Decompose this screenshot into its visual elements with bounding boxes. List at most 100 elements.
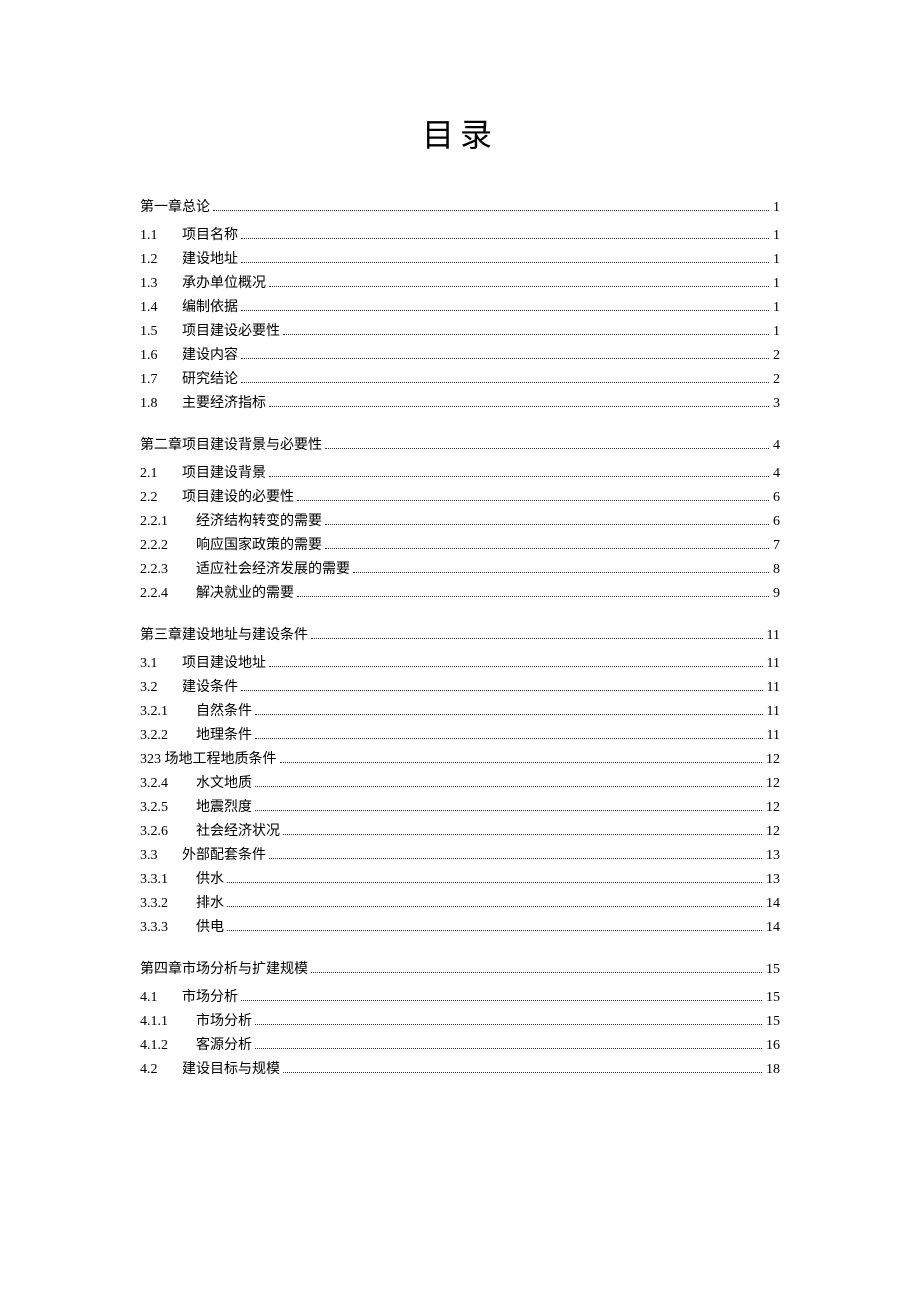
toc-number: 3.2.1: [140, 705, 196, 719]
toc-page: 11: [767, 729, 780, 743]
toc-page: 2: [773, 349, 780, 363]
toc-number: 3.1: [140, 657, 182, 671]
toc-leader: [283, 1072, 762, 1073]
toc-number: 3.2.6: [140, 825, 196, 839]
toc-number: 3.2.4: [140, 777, 196, 791]
toc-page: 6: [773, 491, 780, 505]
toc-leader: [227, 930, 762, 931]
toc-number: 1.7: [140, 373, 182, 387]
toc-leader: [255, 786, 762, 787]
toc-text: 地理条件: [196, 729, 252, 743]
toc-entry: 4.1.1市场分析15: [140, 1015, 780, 1029]
toc-text: 外部配套条件: [182, 849, 266, 863]
toc-number: 3.3.1: [140, 873, 196, 887]
toc-page: 12: [766, 753, 780, 767]
toc-entry: 2.2.2响应国家政策的需要 7: [140, 539, 780, 553]
toc-leader: [227, 906, 762, 907]
toc-page: 7: [773, 539, 780, 553]
toc-leader: [241, 690, 763, 691]
toc-entry: 3.2.5地震烈度12: [140, 801, 780, 815]
toc-page: 11: [767, 705, 780, 719]
toc-number: 4.1: [140, 991, 182, 1005]
toc-text: 第二章项目建设背景与必要性: [140, 439, 322, 453]
toc-leader: [255, 714, 763, 715]
toc-page: 4: [773, 467, 780, 481]
toc-page: 11: [767, 681, 780, 695]
toc-entry: 2.2.3适应社会经济发展的需要8: [140, 563, 780, 577]
toc-text: 项目建设背景: [182, 467, 266, 481]
toc-entry: 2.2.4解决就业的需要9: [140, 587, 780, 601]
toc-text: 自然条件: [196, 705, 252, 719]
toc-entry: 3.2.4水文地质12: [140, 777, 780, 791]
toc-page: 11: [767, 657, 780, 671]
toc-page: 3: [773, 397, 780, 411]
toc-text: 建设目标与规模: [182, 1063, 280, 1077]
toc-entry: 3.2.1自然条件 11: [140, 705, 780, 719]
toc-number: 3.2.5: [140, 801, 196, 815]
toc-number: 2.2.2: [140, 539, 196, 553]
toc-page: 1: [773, 201, 780, 215]
toc-text: 社会经济状况: [196, 825, 280, 839]
toc-entry: 2.2.1经济结构转变的需要6: [140, 515, 780, 529]
toc-page: 1: [773, 277, 780, 291]
page-title: 目录: [140, 110, 780, 156]
toc-leader: [241, 238, 769, 239]
toc-entry: 3.3.2排水14: [140, 897, 780, 911]
toc-leader: [241, 310, 769, 311]
toc-leader: [311, 638, 763, 639]
toc-text: 响应国家政策的需要: [196, 539, 322, 553]
toc-entry: 4.1.2客源分析16: [140, 1039, 780, 1053]
toc-text: 水文地质: [196, 777, 252, 791]
toc-leader: [283, 834, 762, 835]
toc-number: 2.2.4: [140, 587, 196, 601]
toc-leader: [269, 286, 769, 287]
toc-page: 14: [766, 897, 780, 911]
toc-leader: [255, 810, 762, 811]
toc-text: 经济结构转变的需要: [196, 515, 322, 529]
toc-leader: [227, 882, 762, 883]
toc-entry: 3.2.6社会经济状况 12: [140, 825, 780, 839]
toc-page: 14: [766, 921, 780, 935]
toc-page: 15: [766, 991, 780, 1005]
toc-page: 12: [766, 825, 780, 839]
toc-number: 2.1: [140, 467, 182, 481]
toc-entry: 1.1项目名称1: [140, 229, 780, 243]
toc-leader: [311, 972, 762, 973]
toc-leader: [269, 406, 769, 407]
toc-entry: 2.2项目建设的必要性6: [140, 491, 780, 505]
toc-leader: [325, 448, 769, 449]
toc-number: 4.1.2: [140, 1039, 196, 1053]
toc-text: 供水: [196, 873, 224, 887]
toc-leader: [325, 548, 769, 549]
toc-number: 1.8: [140, 397, 182, 411]
toc-leader: [241, 1000, 762, 1001]
toc-page: 1: [773, 325, 780, 339]
toc-entry: 3.2.2地理条件 11: [140, 729, 780, 743]
toc-number: 3.3.3: [140, 921, 196, 935]
toc-page: 1: [773, 301, 780, 315]
toc-entry: 323 场地工程地质条件12: [140, 753, 780, 767]
toc-number: 1.3: [140, 277, 182, 291]
toc-text: 项目建设地址: [182, 657, 266, 671]
toc-page: 16: [766, 1039, 780, 1053]
toc-page: 11: [767, 629, 780, 643]
toc-number: 1.2: [140, 253, 182, 267]
toc-entry: 3.3.3供电14: [140, 921, 780, 935]
toc-leader: [213, 210, 769, 211]
toc-entry: 第四章市场分析与扩建规模15: [140, 963, 780, 977]
toc-text: 项目名称: [182, 229, 238, 243]
toc-number: 1.1: [140, 229, 182, 243]
toc-entry: 4.1市场分析15: [140, 991, 780, 1005]
toc-number: 3.2.2: [140, 729, 196, 743]
toc-entry: 2.1项目建设背景 4: [140, 467, 780, 481]
toc-number: 1.6: [140, 349, 182, 363]
toc-number: 4.1.1: [140, 1015, 196, 1029]
toc-page: 6: [773, 515, 780, 529]
toc-text: 研究结论: [182, 373, 238, 387]
toc-page: 15: [766, 1015, 780, 1029]
toc-page: 8: [773, 563, 780, 577]
toc-leader: [297, 500, 769, 501]
toc-page: 1: [773, 253, 780, 267]
toc-entry: 3.1项目建设地址 11: [140, 657, 780, 671]
toc-leader: [241, 262, 769, 263]
